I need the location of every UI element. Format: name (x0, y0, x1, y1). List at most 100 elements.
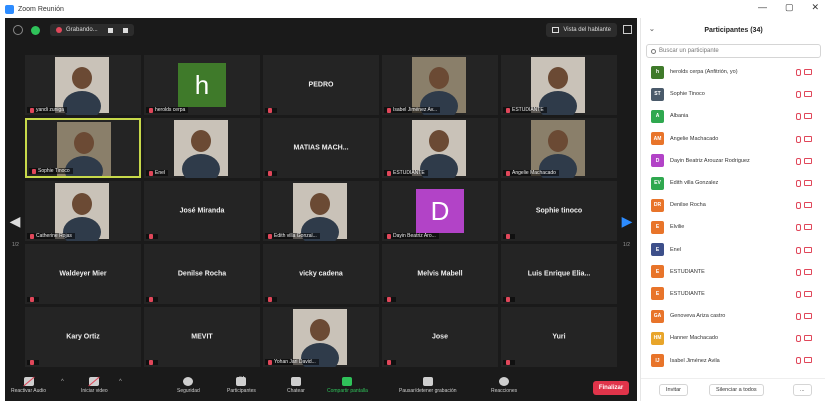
chat-button[interactable]: Chatear (287, 377, 305, 394)
participant-tile[interactable]: Luis Enrique Elia... (501, 244, 617, 304)
tile-participant-name: Melvis Mabell (417, 270, 463, 278)
participant-row[interactable]: ST Sophie Tinoco (641, 83, 825, 105)
chat-bubble-icon (290, 377, 301, 386)
participant-row[interactable]: GA Genoveva Ariza castro (641, 305, 825, 327)
participant-tile[interactable]: Jose (382, 307, 498, 367)
participant-face (191, 130, 211, 152)
participant-tile[interactable]: Enel (144, 118, 260, 178)
participant-tile[interactable]: Yohan Jari David... (263, 307, 379, 367)
avatar: HM (651, 331, 664, 345)
participant-row[interactable]: D Dayin Beatriz Arouzar Rodriguez (641, 150, 825, 172)
participant-row[interactable]: EV Edith villa Gonzalez (641, 172, 825, 194)
participant-tile[interactable]: Catherine Rojas (25, 181, 141, 241)
avatar: E (651, 243, 664, 257)
video-feed (293, 183, 347, 241)
participant-row[interactable]: IJ Isabel Jiménez Avila (641, 349, 825, 371)
microphone-muted-icon (149, 234, 153, 239)
video-options-chevron-icon[interactable]: ^ (119, 379, 122, 385)
participant-tile[interactable]: Melvis Mabell (382, 244, 498, 304)
video-feed (174, 120, 228, 178)
tile-participant-name: Luis Enrique Elia... (527, 270, 591, 278)
share-screen-button[interactable]: Compartir pantalla (327, 377, 368, 394)
tile-participant-name: José Miranda (179, 207, 225, 215)
participant-row[interactable]: HM Hanner Machacado (641, 327, 825, 349)
participant-row[interactable]: h herolds cerpa (Anfitrión, yo) (641, 61, 825, 83)
audio-options-chevron-icon[interactable]: ^ (61, 379, 64, 385)
microphone-muted-icon (149, 360, 153, 365)
participant-row[interactable]: DR Denilse Rocha (641, 194, 825, 216)
meeting-info-icon[interactable] (13, 25, 23, 35)
tile-label-text: Dayin Beatriz Aro... (393, 233, 436, 239)
fullscreen-icon[interactable] (623, 25, 632, 34)
microphone-muted-icon (794, 157, 801, 165)
previous-page-arrow-icon[interactable]: ◀ (9, 208, 21, 234)
meeting-toolbar: Reactivar Audio ^ Iniciar video ^ Seguri… (5, 375, 637, 401)
participant-row[interactable]: A Albania (641, 105, 825, 127)
participant-name: Enel (670, 246, 682, 253)
collapse-panel-chevron-icon[interactable]: ⌄ (649, 25, 655, 33)
more-options-button[interactable]: ... (793, 384, 812, 396)
participant-tile[interactable]: yandi zuniga (25, 55, 141, 115)
microphone-muted-icon (506, 297, 510, 302)
participant-tile[interactable]: ESTUDIANTE (382, 118, 498, 178)
tile-name-label (384, 360, 396, 365)
participant-tile[interactable]: D Dayin Beatriz Aro... (382, 181, 498, 241)
camera-off-icon (804, 91, 812, 98)
participant-tile[interactable]: Kary Ortiz (25, 307, 141, 367)
tile-name-label: herolds cerpa (146, 107, 189, 113)
microphone-muted-icon (794, 224, 801, 232)
participant-tile[interactable]: MEVIT (144, 307, 260, 367)
participants-button[interactable]: 34 Participantes (227, 376, 256, 394)
participant-tile[interactable]: Edith villa Gonzal... (263, 181, 379, 241)
participant-search-input[interactable]: Buscar un participante (646, 44, 821, 58)
next-page-arrow-icon[interactable]: ▶ (621, 208, 633, 234)
participant-tile[interactable]: Sophie Tinoco (25, 118, 141, 178)
security-button[interactable]: Seguridad (177, 377, 200, 394)
participant-row[interactable]: AM Angelie Machacado (641, 128, 825, 150)
end-meeting-button[interactable]: Finalizar (593, 381, 629, 395)
participant-tile[interactable]: PEDRO (263, 55, 379, 115)
participant-tile[interactable]: Angelie Machacado (501, 118, 617, 178)
close-button[interactable]: ✕ (811, 2, 819, 13)
minimize-button[interactable]: — (758, 2, 767, 13)
participant-row[interactable]: E ESTUDIANTE (641, 283, 825, 305)
participant-tile[interactable]: Isabel Jiménez Av... (382, 55, 498, 115)
participant-tile[interactable]: h herolds cerpa (144, 55, 260, 115)
reactions-button[interactable]: Reacciones (491, 377, 517, 394)
mute-all-button[interactable]: Silenciar a todos (709, 384, 764, 396)
participant-body (182, 154, 220, 178)
camera-off-icon (804, 202, 812, 209)
participant-tile[interactable]: ESTUDIANTE (501, 55, 617, 115)
participant-tile[interactable]: Waldeyer Mier (25, 244, 141, 304)
participant-tile[interactable]: MATIAS MACH... (263, 118, 379, 178)
tile-participant-name: PEDRO (308, 81, 334, 89)
participant-body (65, 156, 103, 176)
tile-name-label (265, 108, 277, 113)
participant-row[interactable]: E Enel (641, 239, 825, 261)
camera-off-icon (804, 335, 812, 342)
participant-row[interactable]: E ESTUDIANTE (641, 261, 825, 283)
reactions-label: Reacciones (491, 388, 518, 394)
avatar: IJ (651, 354, 664, 368)
tile-name-label: Isabel Jiménez Av... (384, 107, 441, 113)
participant-tile[interactable]: Sophie tinoco (501, 181, 617, 241)
start-video-button[interactable]: Iniciar video (81, 377, 108, 394)
stop-recording-icon[interactable] (122, 27, 128, 33)
security-shield-icon[interactable] (31, 25, 40, 35)
pause-recording-icon[interactable] (107, 27, 113, 33)
pause-recording-button[interactable]: Pausar/detener grabación (399, 377, 457, 394)
speaker-view-button[interactable]: Vista del hablante (546, 23, 617, 37)
participant-tile[interactable]: Yuri (501, 307, 617, 367)
unmute-button[interactable]: Reactivar Audio (11, 377, 46, 394)
invite-button[interactable]: Invitar (659, 384, 688, 396)
tile-label-text: Yohan Jari David... (274, 359, 316, 365)
microphone-muted-icon (32, 168, 36, 174)
avatar: E (651, 220, 664, 234)
participant-tile[interactable]: vicky cadena (263, 244, 379, 304)
participant-tile[interactable]: Denilse Rocha (144, 244, 260, 304)
microphone-muted-icon (794, 113, 801, 121)
participant-row[interactable]: E Elvilie (641, 216, 825, 238)
maximize-button[interactable]: ▢ (785, 2, 794, 13)
participant-tile[interactable]: José Miranda (144, 181, 260, 241)
participant-name: Elvilie (670, 224, 685, 231)
